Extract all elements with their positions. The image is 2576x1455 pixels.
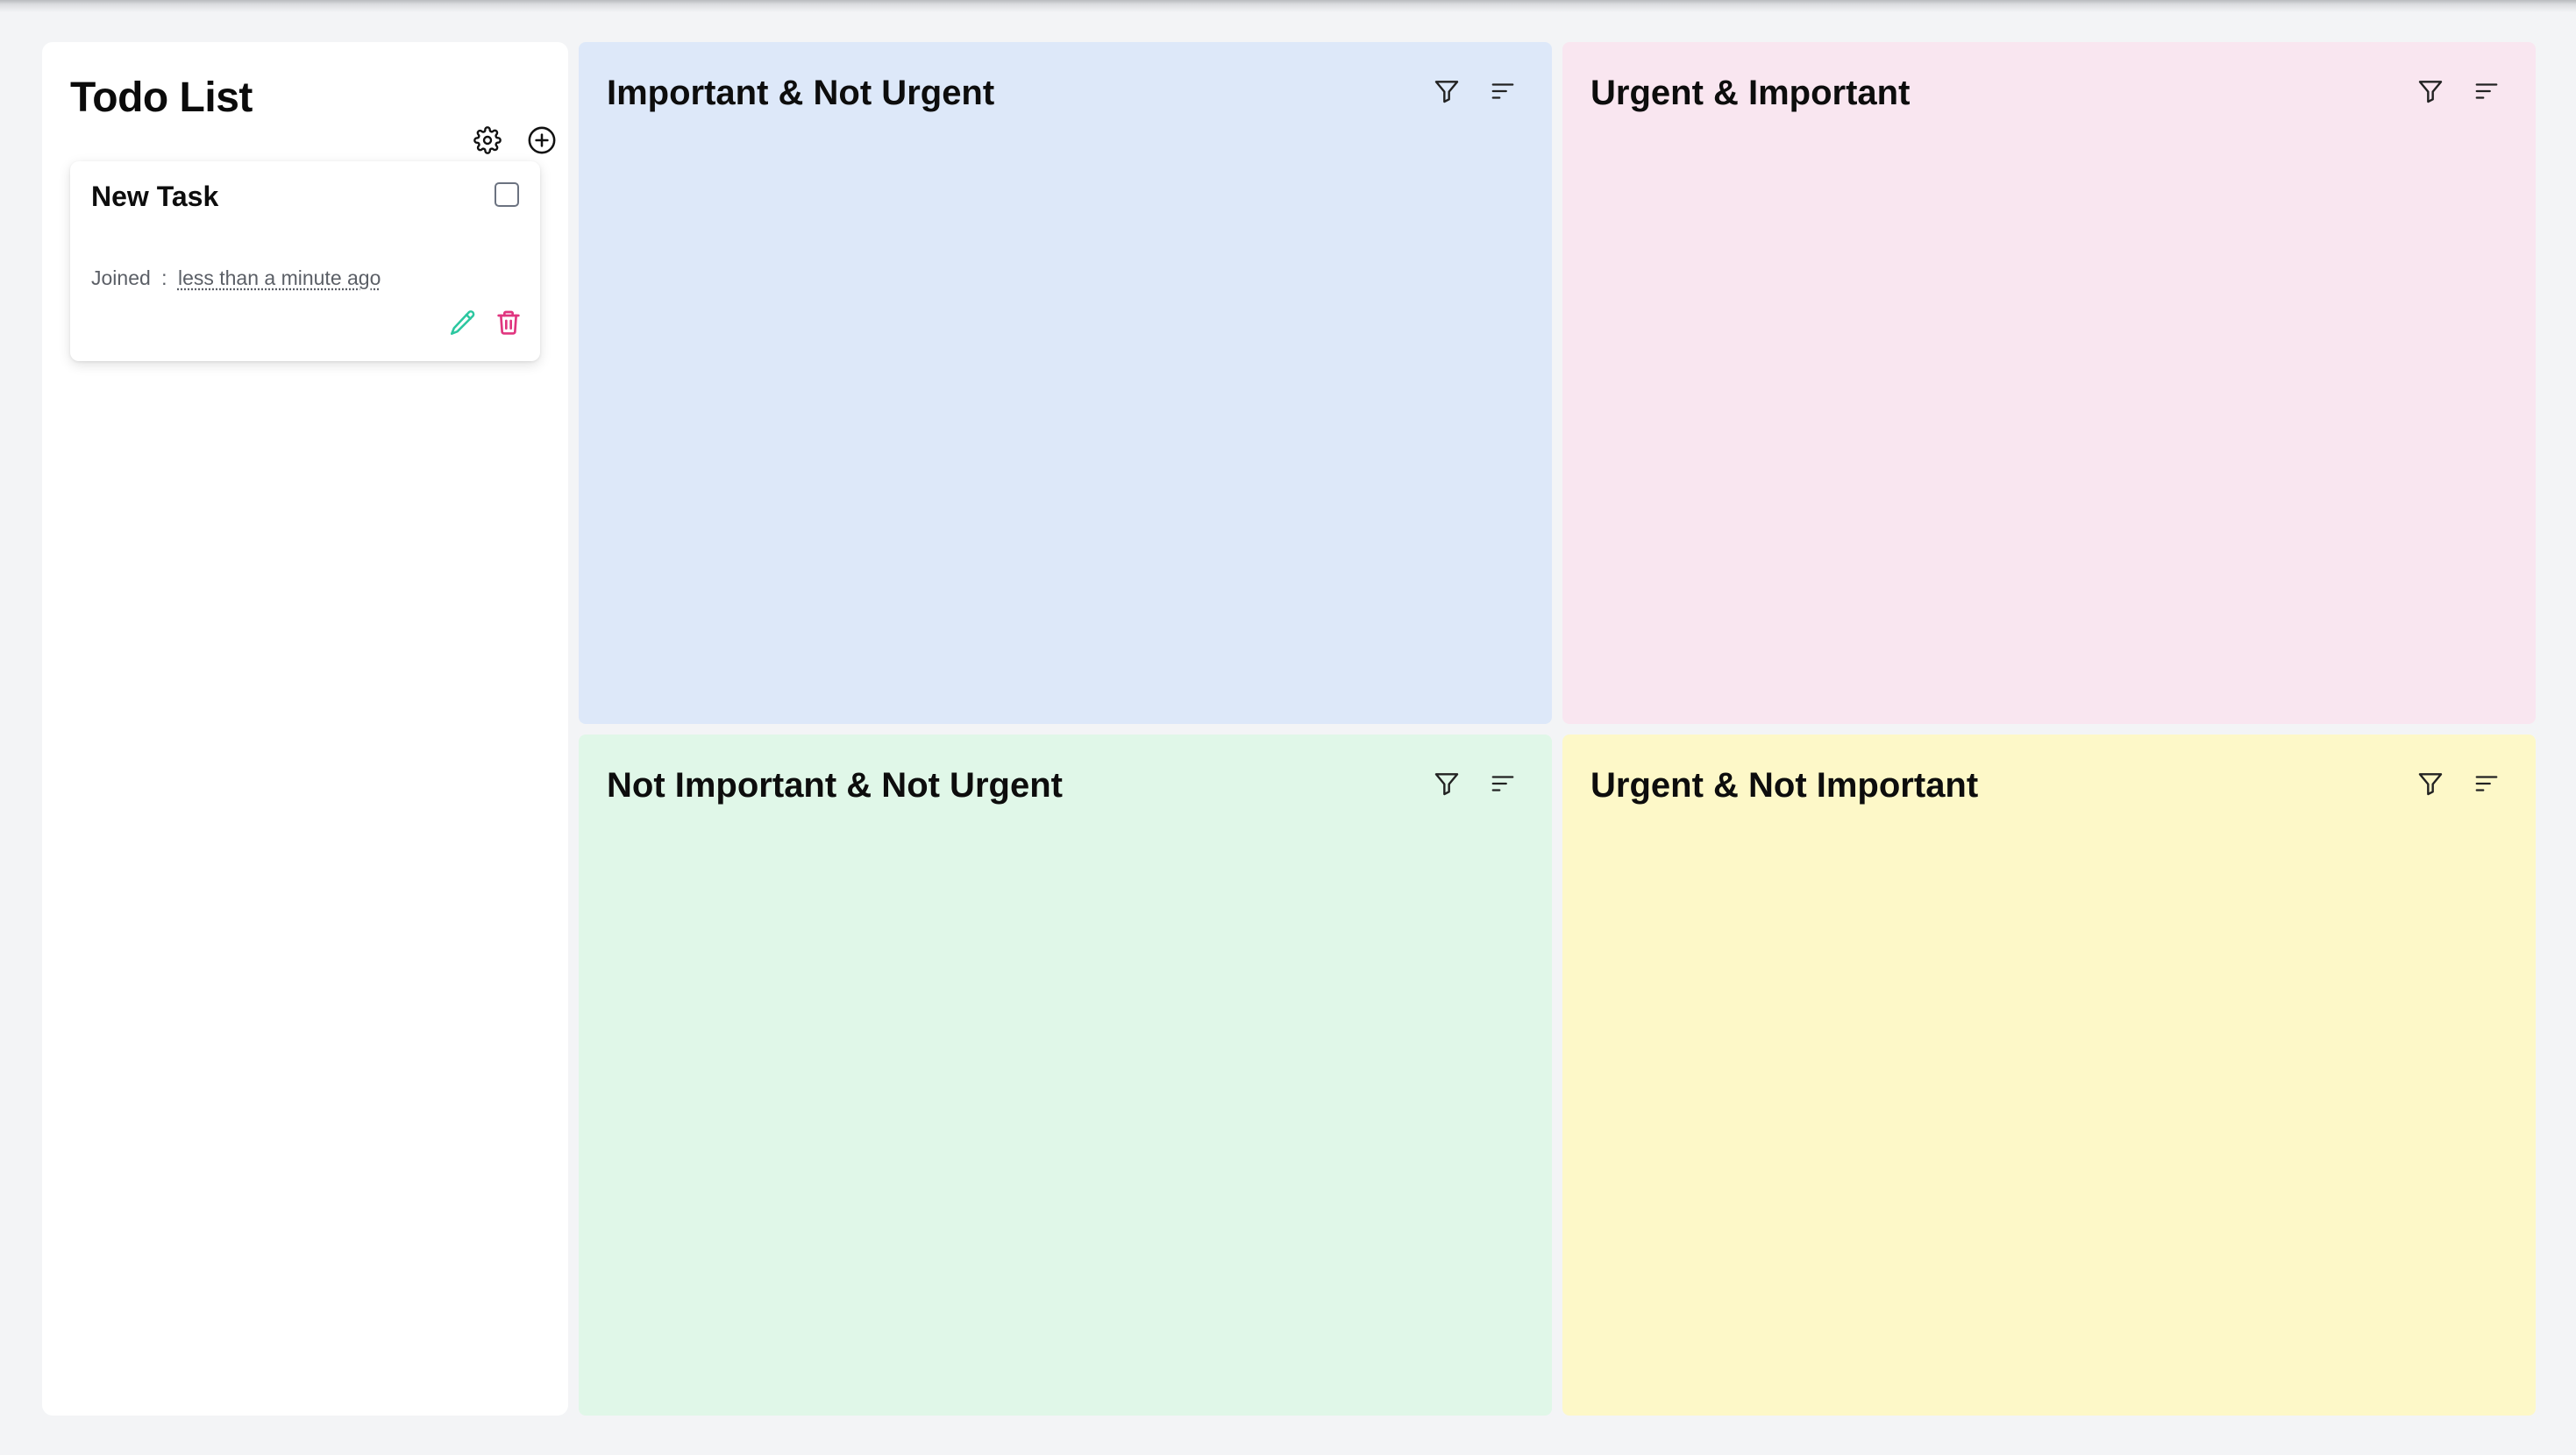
- task-meta-label: Joined: [91, 266, 151, 289]
- todo-sidebar: Todo List New Task Joined : less than a …: [42, 42, 568, 1416]
- filter-icon: [2418, 773, 2443, 796]
- task-meta: Joined : less than a minute ago: [91, 266, 381, 290]
- edit-task-button[interactable]: [444, 303, 482, 342]
- sort-button[interactable]: [1484, 72, 1522, 110]
- filter-icon: [2418, 81, 2443, 103]
- sort-icon: [1491, 776, 1514, 791]
- filter-button[interactable]: [1427, 764, 1466, 803]
- filter-icon: [1434, 773, 1459, 796]
- sort-icon: [2475, 83, 2498, 99]
- quadrant-title: Important & Not Urgent: [607, 74, 995, 112]
- gear-icon: [473, 126, 502, 154]
- sort-button[interactable]: [2467, 72, 2506, 110]
- filter-button[interactable]: [1427, 72, 1466, 110]
- task-meta-separator: :: [161, 266, 167, 289]
- task-created-time: less than a minute ago: [177, 266, 381, 289]
- filter-icon: [1434, 81, 1459, 103]
- filter-button[interactable]: [2411, 72, 2450, 110]
- task-card: New Task Joined : less than a minute ago: [70, 161, 540, 361]
- quadrant-urgent-important: Urgent & Important: [1562, 42, 2536, 724]
- quadrant-title: Urgent & Not Important: [1590, 766, 1979, 805]
- pencil-icon: [450, 310, 475, 336]
- sort-button[interactable]: [2467, 764, 2506, 803]
- sort-button[interactable]: [1484, 764, 1522, 803]
- quadrant-important-not-urgent: Important & Not Urgent: [579, 42, 1552, 724]
- sidebar-title: Todo List: [70, 75, 253, 121]
- task-title: New Task: [91, 181, 219, 212]
- trash-icon: [497, 310, 520, 335]
- add-task-button[interactable]: [523, 121, 561, 160]
- quadrant-not-important-not-urgent: Not Important & Not Urgent: [579, 735, 1552, 1416]
- app-root: Todo List New Task Joined : less than a …: [0, 0, 2576, 1455]
- quadrant-title: Not Important & Not Urgent: [607, 766, 1063, 805]
- plus-circle-icon: [528, 126, 556, 154]
- sort-icon: [2475, 776, 2498, 791]
- quadrant-title: Urgent & Important: [1590, 74, 1911, 112]
- quadrant-urgent-not-important: Urgent & Not Important: [1562, 735, 2536, 1416]
- sort-icon: [1491, 83, 1514, 99]
- task-complete-checkbox[interactable]: [495, 182, 519, 207]
- filter-button[interactable]: [2411, 764, 2450, 803]
- delete-task-button[interactable]: [489, 303, 528, 342]
- settings-button[interactable]: [468, 121, 507, 160]
